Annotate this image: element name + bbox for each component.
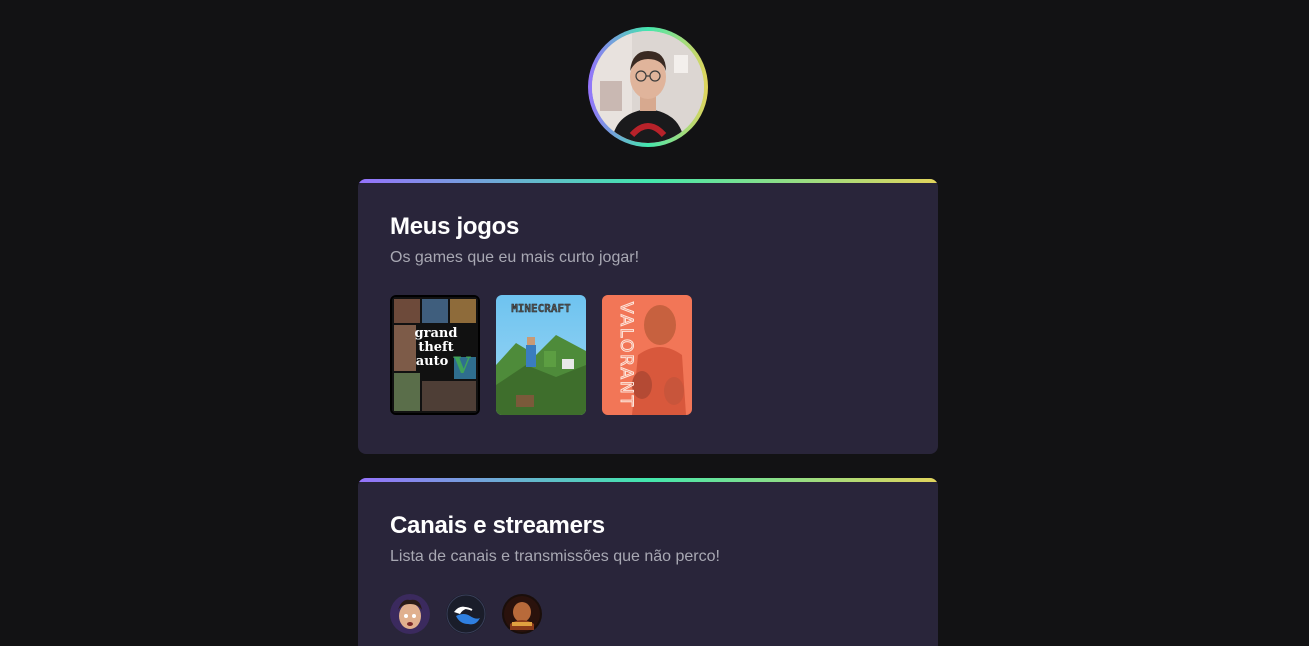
channels-card: Canais e streamers Lista de canais e tra…: [358, 478, 938, 646]
minecraft-cover[interactable]: MINECRAFT: [496, 295, 586, 415]
games-card: Meus jogos Os games que eu mais curto jo…: [358, 179, 938, 454]
gta-v-cover[interactable]: grand theft auto V: [390, 295, 480, 415]
channel-avatar-2[interactable]: [446, 594, 486, 634]
page: Meus jogos Os games que eu mais curto jo…: [0, 0, 1309, 646]
minecraft-label: MINECRAFT: [511, 302, 571, 315]
valorant-cover[interactable]: VALORANT: [602, 295, 692, 415]
games-title: Meus jogos: [390, 213, 520, 240]
valorant-label: VALORANT: [616, 302, 636, 408]
games-list: grand theft auto V MINECRAFT VALORANT: [390, 295, 692, 415]
profile-avatar-ring: [588, 27, 708, 147]
channel-avatar-3[interactable]: [502, 594, 542, 634]
channels-subtitle: Lista de canais e transmissões que não p…: [390, 548, 720, 565]
profile-photo: [592, 31, 704, 143]
games-subtitle: Os games que eu mais curto jogar!: [390, 249, 640, 266]
channels-title: Canais e streamers: [390, 512, 605, 539]
channels-list: [390, 594, 542, 634]
gta-label-grand: grand: [415, 326, 458, 341]
channel-avatar-1[interactable]: [390, 594, 430, 634]
gta-label-numeral: V: [452, 353, 471, 379]
gta-label-auto: auto: [416, 354, 449, 369]
gta-label-theft: theft: [418, 340, 453, 355]
profile-avatar: [592, 31, 704, 143]
